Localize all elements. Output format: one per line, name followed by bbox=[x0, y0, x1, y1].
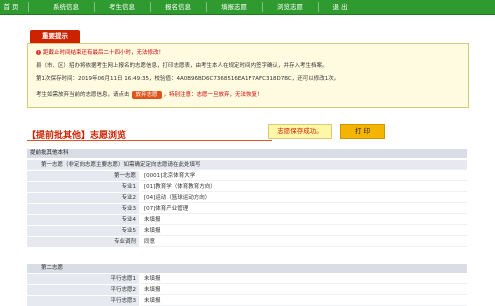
nav-logout[interactable]: 退 出 bbox=[320, 0, 360, 14]
nav-separator bbox=[206, 2, 207, 12]
print-button[interactable]: 打 印 bbox=[340, 124, 385, 139]
row-value: 同意 bbox=[141, 237, 467, 247]
nav-separator bbox=[318, 2, 319, 12]
nav-candidate-info[interactable]: 考生信息 bbox=[96, 0, 148, 14]
notice-drop-prefix: 考生如需放弃当前的志愿信息，请点击 bbox=[36, 92, 130, 98]
row-label: 专业4 bbox=[27, 215, 139, 225]
nav-separator bbox=[262, 2, 263, 12]
table-row: 专业3 [07]体育产业管理 bbox=[27, 204, 467, 214]
nav-fill-choices[interactable]: 填报志愿 bbox=[208, 0, 260, 14]
top-nav-bar: 首 页 系统信息 考生信息 报名信息 填报志愿 浏览志愿 退 出 bbox=[0, 0, 495, 15]
notice-box: ! 距截止时间结束还有最后二十四小时，无法修改！ 县（市、区）招办将依据考生网上报… bbox=[27, 43, 469, 108]
nav-registration-info[interactable]: 报名信息 bbox=[152, 0, 204, 14]
row-label: 专业调剂 bbox=[27, 237, 139, 247]
table-row: 专业1 [01]教育学（体育教育方向） bbox=[27, 182, 467, 192]
nav-separator bbox=[150, 2, 151, 12]
title-underline bbox=[27, 140, 272, 141]
table-row: 专业5 未填报 bbox=[27, 226, 467, 236]
notice-line-save-time: 第1次保存时间：2019年06月11日 16:49:35，校验值：4A0B96B… bbox=[36, 76, 340, 82]
row-label: 平行志愿1 bbox=[27, 274, 139, 284]
nav-browse-choices[interactable]: 浏览志愿 bbox=[264, 0, 316, 14]
notice-line-deadline: ! 距截止时间结束还有最后二十四小时，无法修改！ bbox=[36, 48, 164, 56]
table-row: 平行志愿3 未填报 bbox=[27, 296, 467, 306]
row-label: 专业5 bbox=[27, 226, 139, 236]
notice-drop-suffix: ，特别注意：志愿一旦放弃，无法恢复！ bbox=[163, 92, 263, 98]
row-value: 未填报 bbox=[141, 274, 467, 284]
row-value: [07]体育产业管理 bbox=[141, 204, 467, 214]
notice-line-drop: 考生如需放弃当前的志愿信息，请点击 放弃志愿 ，特别注意：志愿一旦放弃，无法恢复！ bbox=[36, 90, 263, 99]
row-value: 未填报 bbox=[141, 215, 467, 225]
row-value: 未填报 bbox=[141, 285, 467, 295]
table-row: 专业4 未填报 bbox=[27, 215, 467, 225]
table-row: 专业2 [04]运动（篮球运动方向） bbox=[27, 193, 467, 203]
row-value: [01]教育学（体育教育方向） bbox=[141, 182, 467, 192]
row-label: 平行志愿2 bbox=[27, 285, 139, 295]
row-value: 未填报 bbox=[141, 296, 467, 306]
row-label: 专业1 bbox=[27, 182, 139, 192]
nav-separator bbox=[28, 2, 29, 12]
row-label: 专业2 bbox=[27, 193, 139, 203]
table-row: 专业调剂 同意 bbox=[27, 237, 467, 247]
table-row: 平行志愿1 未填报 bbox=[27, 274, 467, 284]
nav-home[interactable]: 首 页 bbox=[0, 0, 22, 14]
first-choice-header-row: 第一志愿（非定向志愿主要志愿）如需确定定向志愿请在此处填写 bbox=[27, 160, 467, 170]
row-label: 第一志愿 bbox=[27, 171, 139, 181]
row-value: [04]运动（篮球运动方向） bbox=[141, 193, 467, 203]
notice-line-print: 县（市、区）招办将依据考生网上报名的志愿信息，打印志愿表，由考生本人在规定时间内… bbox=[36, 63, 328, 69]
row-value: [0001]北京体育大学 bbox=[141, 171, 467, 181]
drop-choices-button[interactable]: 放弃志愿 bbox=[131, 90, 162, 99]
nav-separator bbox=[94, 2, 95, 12]
batch-header: 提前批其他本科 bbox=[27, 149, 467, 158]
second-choice-header: 第二志愿 bbox=[27, 264, 467, 273]
nav-system-info[interactable]: 系统信息 bbox=[40, 0, 92, 14]
notice-deadline-text: 距截止时间结束还有最后二十四小时，无法修改！ bbox=[43, 50, 165, 56]
notice-tab: 重要提示 bbox=[30, 30, 80, 43]
saved-message: 志愿保存成功。 bbox=[268, 124, 332, 139]
table-row: 平行志愿2 未填报 bbox=[27, 285, 467, 295]
table-row: 第一志愿 [0001]北京体育大学 bbox=[27, 171, 467, 181]
first-choice-caption: 第一志愿（非定向志愿主要志愿）如需确定定向志愿请在此处填写 bbox=[27, 160, 467, 170]
row-value: 未填报 bbox=[141, 226, 467, 236]
row-label: 平行志愿3 bbox=[27, 296, 139, 306]
row-label: 专业3 bbox=[27, 204, 139, 214]
warning-icon: ! bbox=[36, 50, 41, 55]
